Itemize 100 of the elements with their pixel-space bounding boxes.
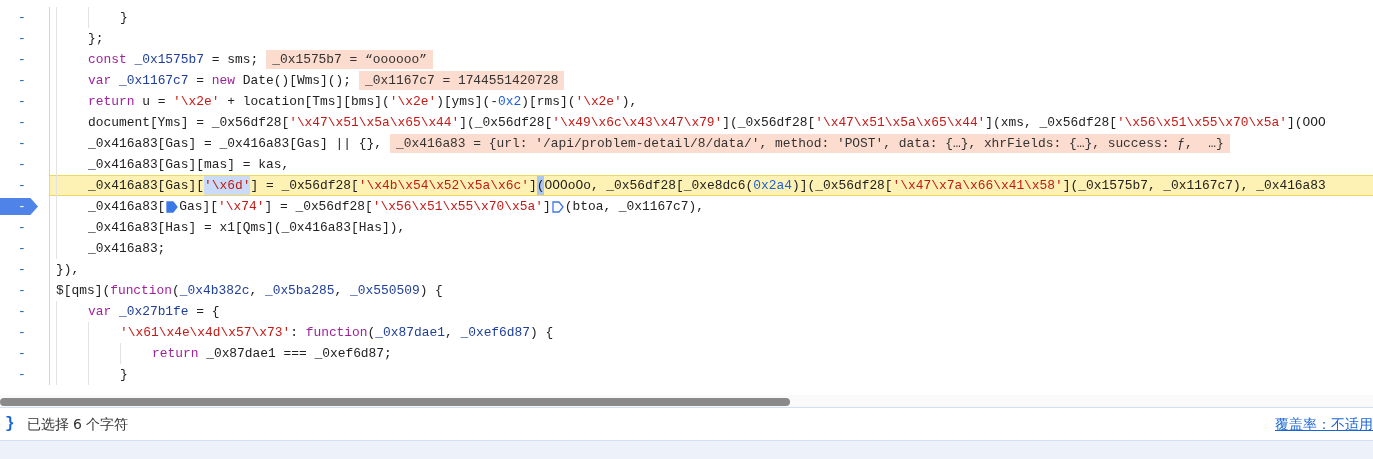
code-text: OOOoOo, _0x56df28[_0xe8dc6( (544, 176, 754, 195)
scrollbar-thumb[interactable] (0, 398, 790, 406)
code-text: )](_0x56df28[ (792, 176, 893, 195)
identifier: _0x4b382c (179, 281, 250, 300)
code-text: ](_0x56df28[ (722, 113, 816, 132)
code-text: Date()[Wms](); (241, 71, 352, 90)
selected-text: '\x6d' (204, 175, 251, 196)
string-literal: '\x61\x4e\x4d\x57\x73' (120, 323, 291, 342)
breakpoint-icon[interactable] (551, 200, 564, 213)
code-text: } (120, 8, 128, 27)
keyword: new (211, 71, 235, 90)
code-text: ](_0x56df28[ (459, 113, 553, 132)
gutter-marker[interactable]: - (18, 259, 26, 280)
code-text: )[yms](- (436, 92, 499, 111)
code-text: , (334, 281, 344, 300)
gutter-marker[interactable]: - (18, 364, 26, 385)
gutter-marker[interactable]: - (18, 70, 26, 91)
code-text: u = (141, 92, 167, 111)
gutter-marker[interactable]: - (18, 133, 26, 154)
string-literal: '\x2e' (389, 92, 437, 111)
code-text: = sms; (210, 50, 259, 69)
gutter-marker[interactable]: - (18, 175, 26, 196)
gutter-marker[interactable]: - (18, 322, 26, 343)
identifier: _0x5ba285 (264, 281, 335, 300)
string-literal: '\x47\x51\x5a\x65\x44' (815, 113, 986, 132)
code-text: = (195, 71, 206, 90)
inline-value: _0x1575b7 = “oooooo” (266, 49, 433, 70)
gutter-marker[interactable]: - (18, 7, 26, 28)
gutter-marker[interactable]: - (18, 91, 26, 112)
code-text: ] = _0x56df28[ (250, 176, 359, 195)
coverage-link[interactable]: 覆盖率：不适用 (1275, 413, 1373, 435)
code-text: ] = _0x56df28[ (264, 197, 373, 216)
string-literal: '\x2e' (173, 92, 220, 111)
string-literal: '\x2e' (575, 92, 622, 111)
code-text: _0x416a83[Gas] = _0x416a83[Gas] || {}, (88, 134, 382, 153)
gutter-marker[interactable]: - (18, 217, 26, 238)
code-text: ), (621, 92, 638, 111)
keyword: return (152, 344, 199, 363)
number-literal: 0x2 (498, 92, 522, 111)
keyword: var (88, 71, 112, 90)
identifier: _0x1167c7 (117, 71, 189, 90)
inline-value: _0x416a83 = {url: '/api/problem-detail/8/data/', method: 'POST', data: {…}, xhrFields: {…}, success: ƒ, …} (389, 133, 1230, 154)
identifier: _0x1575b7 (133, 50, 205, 69)
code-text: ](_0x1575b7, _0x1167c7), _0x416a83 (1062, 176, 1326, 195)
keyword: function (305, 323, 368, 342)
code-text: ( (367, 323, 376, 342)
string-literal: '\x56\x51\x55\x70\x5a' (1116, 113, 1288, 132)
code-text: (btoa, _0x1167c7), (564, 197, 704, 216)
keyword: const (88, 50, 127, 69)
gutter-marker[interactable]: - (18, 238, 26, 259)
code-text: ) { (530, 323, 554, 342)
inline-value: _0x1167c7 = 1744551420728 (359, 70, 565, 91)
string-literal: '\x47\x7a\x66\x41\x58' (892, 176, 1063, 195)
gutter-marker[interactable]: - (18, 280, 26, 301)
gutter-marker[interactable]: - (18, 49, 26, 70)
gutter-marker[interactable]: - (18, 112, 26, 133)
code-text: _0x416a83[Gas][ (88, 176, 205, 195)
identifier: _0x87dae1 (375, 323, 445, 342)
code-text: _0x416a83; (88, 239, 166, 258)
string-literal: '\x4b\x54\x52\x5a\x6c' (358, 176, 529, 195)
code-text: }), (56, 260, 80, 279)
identifier: _0xef6d87 (460, 323, 531, 342)
identifier: _0x550509 (350, 281, 420, 300)
string-literal: '\x74' (218, 197, 265, 216)
code-text: , (249, 281, 259, 300)
code-text: _0x416a83[ (88, 197, 166, 216)
breakpoint-icon[interactable] (166, 200, 179, 213)
code-text: }; (88, 29, 104, 48)
gutter-marker[interactable]: - (18, 28, 26, 49)
code-text: ](xms, _0x56df28[ (985, 113, 1117, 132)
code-text: )[rms]( (521, 92, 576, 111)
code-text: + location[Tms][bms]( (226, 92, 390, 111)
gutter-marker[interactable]: - (18, 343, 26, 364)
format-button[interactable]: } (5, 412, 15, 436)
code-text: $[qms]( (56, 281, 111, 300)
code-text: ](OOO (1287, 113, 1326, 132)
code-text: _0x416a83[Has] = x1[Qms](_0x416a83[Has]), (88, 218, 406, 237)
selection-info: 已选择 6 个字符 (26, 414, 129, 434)
gutter-marker[interactable]: - (18, 154, 26, 175)
code-text: _0x416a83[Gas][mas] = kas, (88, 155, 290, 174)
gutter-marker[interactable]: - (18, 301, 26, 322)
gutter-marker[interactable]: - (18, 196, 26, 217)
code-text: } (120, 365, 128, 384)
code-text: , (444, 323, 454, 342)
string-literal: '\x56\x51\x55\x70\x5a' (372, 197, 543, 216)
number-literal: 0x2a4 (753, 176, 793, 195)
code-text: _0x87dae1 === _0xef6d87; (205, 344, 392, 363)
code-text: : (290, 323, 299, 342)
keyword: function (110, 281, 173, 300)
code-text: ] (542, 197, 551, 216)
code-text: ) { (419, 281, 443, 300)
code-text: document[Yms] = _0x56df28[ (88, 113, 290, 132)
code-text: = { (195, 302, 220, 321)
code-text: ( (172, 281, 180, 300)
string-literal: '\x49\x6c\x43\x47\x79' (552, 113, 723, 132)
string-literal: '\x47\x51\x5a\x65\x44' (289, 113, 460, 132)
code-text: Gas][ (179, 197, 219, 216)
matching-bracket: ( (536, 175, 545, 196)
breakpoint-marker[interactable]: - (0, 198, 38, 215)
code-text: ] (528, 176, 537, 195)
